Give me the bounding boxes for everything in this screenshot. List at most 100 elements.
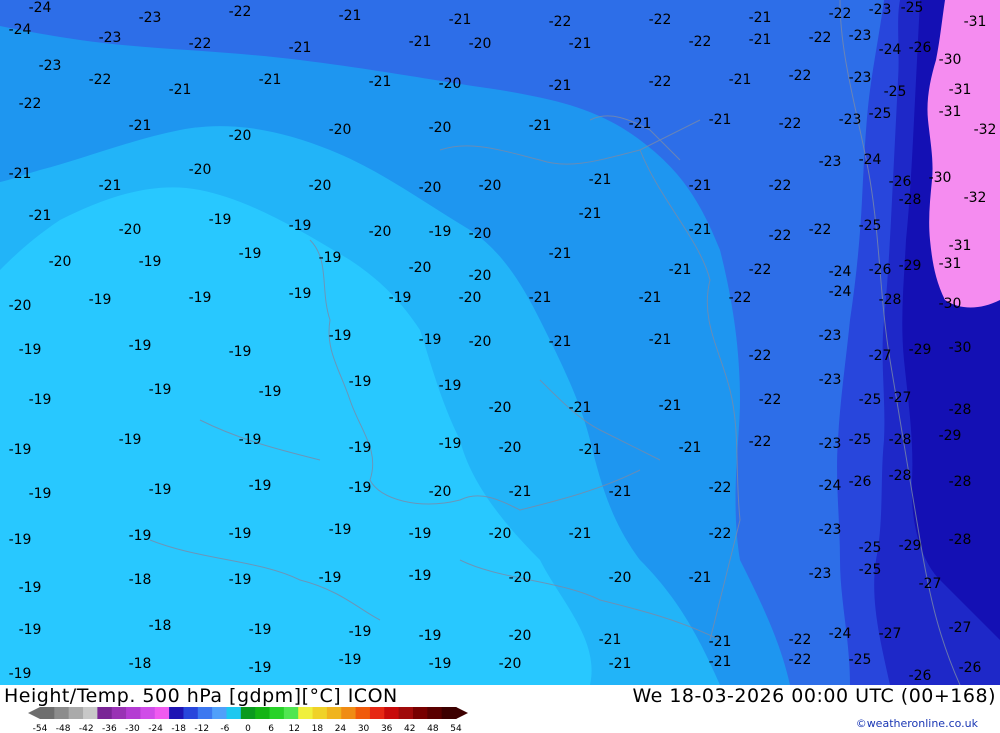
scale-tick-label: 6 <box>268 724 274 733</box>
contour-label: -32 <box>974 122 997 138</box>
scale-swatch <box>326 707 342 719</box>
contour-label: -21 <box>259 72 282 88</box>
contour-label: -19 <box>409 526 432 542</box>
contour-label: -26 <box>909 40 932 56</box>
contour-label: -19 <box>319 570 342 586</box>
scale-swatch <box>341 707 357 719</box>
contour-label: -26 <box>869 262 892 278</box>
contour-label: -30 <box>929 170 952 186</box>
contour-label: -21 <box>569 36 592 52</box>
contour-label: -22 <box>759 392 782 408</box>
contour-label: -25 <box>884 84 907 100</box>
scale-arrow-left <box>28 707 40 719</box>
contour-label: -19 <box>429 656 452 672</box>
contour-label: -29 <box>899 258 922 274</box>
contour-label: -21 <box>609 484 632 500</box>
contour-label: -21 <box>749 10 772 26</box>
contour-label: -25 <box>859 540 882 556</box>
contour-label: -20 <box>409 260 432 276</box>
scale-swatch <box>283 707 299 719</box>
contour-label: -22 <box>789 632 812 648</box>
contour-label: -23 <box>819 522 842 538</box>
contour-label: -20 <box>609 570 632 586</box>
scale-swatch <box>269 707 285 719</box>
contour-label: -19 <box>29 392 52 408</box>
contour-label: -22 <box>189 36 212 52</box>
contour-label: -19 <box>129 528 152 544</box>
credit-link[interactable]: ©weatheronline.co.uk <box>856 717 978 730</box>
contour-label: -23 <box>819 372 842 388</box>
contour-label: -19 <box>349 440 372 456</box>
contour-label: -21 <box>579 206 602 222</box>
contour-label: -23 <box>39 58 62 74</box>
contour-label: -19 <box>329 522 352 538</box>
contour-label: -22 <box>779 116 802 132</box>
scale-swatch <box>441 707 457 719</box>
contour-label: -20 <box>499 440 522 456</box>
scale-swatch <box>355 707 371 719</box>
contour-label: -20 <box>429 120 452 136</box>
contour-label: -27 <box>889 390 912 406</box>
scale-tick-label: 0 <box>245 724 251 733</box>
scale-tick-label: 48 <box>427 724 439 733</box>
contour-label: -25 <box>849 652 872 668</box>
contour-label: -21 <box>569 526 592 542</box>
contour-label: -21 <box>529 290 552 306</box>
contour-label: -23 <box>839 112 862 128</box>
contour-label: -19 <box>149 482 172 498</box>
contour-label: -19 <box>329 328 352 344</box>
contour-label: -21 <box>679 440 702 456</box>
contour-label: -20 <box>479 178 502 194</box>
scale-tick-labels: -54 -48 -42 -36 -30 -24 -18 -12 -6 0 6 12 18 24 30 36 42… <box>33 724 462 733</box>
contour-label: -22 <box>649 12 672 28</box>
contour-label: -20 <box>499 656 522 672</box>
contour-label: -22 <box>829 6 852 22</box>
contour-label: -20 <box>489 526 512 542</box>
contour-label: -21 <box>609 656 632 672</box>
contour-label: -19 <box>149 382 172 398</box>
contour-label: -23 <box>819 154 842 170</box>
contour-label: -31 <box>964 14 987 30</box>
contour-label: -29 <box>899 538 922 554</box>
contour-label: -22 <box>809 222 832 238</box>
scale-swatch <box>169 707 184 719</box>
contour-label: -26 <box>849 474 872 490</box>
contour-label: -24 <box>29 0 52 16</box>
contour-label: -19 <box>89 292 112 308</box>
contour-label: -22 <box>809 30 832 46</box>
contour-label: -31 <box>939 104 962 120</box>
scale-swatch <box>369 707 385 719</box>
contour-label: -19 <box>139 254 162 270</box>
contour-label: -28 <box>949 532 972 548</box>
contour-label: -19 <box>129 338 152 354</box>
contour-label: -22 <box>729 290 752 306</box>
contour-label: -28 <box>889 432 912 448</box>
contour-label: -18 <box>129 656 152 672</box>
contour-label: -31 <box>949 82 972 98</box>
scale-swatch <box>40 707 55 719</box>
contour-label: -19 <box>289 218 312 234</box>
contour-label: -21 <box>129 118 152 134</box>
contour-label: -20 <box>189 162 212 178</box>
contour-label: -24 <box>859 152 882 168</box>
contour-label: -21 <box>509 484 532 500</box>
scale-tick-label: -42 <box>79 724 94 733</box>
scale-swatch <box>298 707 314 719</box>
contour-label: -21 <box>579 442 602 458</box>
contour-label: -26 <box>889 174 912 190</box>
contour-label: -20 <box>309 178 332 194</box>
contour-label: -22 <box>749 348 772 364</box>
contour-label: -24 <box>829 284 852 300</box>
contour-label: -21 <box>689 222 712 238</box>
contour-label: -21 <box>529 118 552 134</box>
scale-swatch <box>384 707 400 719</box>
contour-label: -28 <box>879 292 902 308</box>
contour-label: -19 <box>29 486 52 502</box>
contour-label: -28 <box>949 402 972 418</box>
map-canvas: -24-23 -22 -21 -21 -22 -22 -21 -22 -23 -25-31-24-… <box>0 0 1000 685</box>
contour-label: -19 <box>319 250 342 266</box>
contour-label: -20 <box>469 36 492 52</box>
contour-label: -21 <box>169 82 192 98</box>
contour-label: -19 <box>339 652 362 668</box>
contour-label: -19 <box>9 666 32 682</box>
